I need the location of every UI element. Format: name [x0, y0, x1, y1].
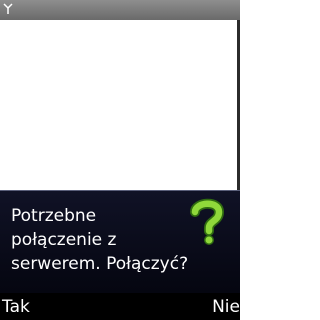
yes-softkey[interactable]: Tak	[2, 296, 30, 318]
confirmation-dialog: Potrzebne połączenie z serwerem. Połączy…	[0, 190, 240, 293]
dialog-message: Potrzebne połączenie z serwerem. Połączy…	[11, 206, 189, 274]
no-softkey[interactable]: Nie	[212, 296, 240, 318]
content-area	[0, 20, 240, 190]
scrollbar[interactable]	[237, 20, 240, 190]
status-bar	[0, 0, 240, 20]
question-mark-icon	[190, 198, 225, 245]
antenna-icon	[3, 3, 13, 14]
softkey-bar: Tak Nie	[0, 293, 240, 320]
